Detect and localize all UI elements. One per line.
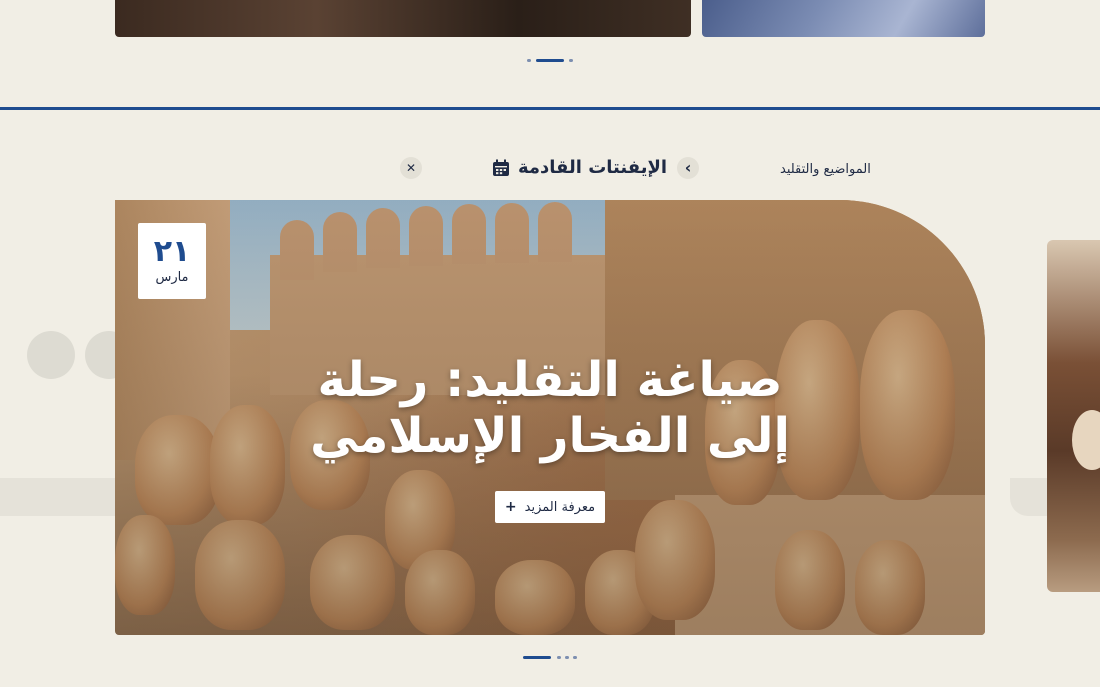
- plus-icon: +: [504, 499, 517, 515]
- close-icon: ✕: [405, 161, 417, 175]
- carousel-dot[interactable]: [573, 656, 577, 659]
- section-title: الإيفنتات القادمة: [492, 154, 667, 182]
- topics-link[interactable]: المواضيع والتقليد: [780, 158, 871, 182]
- carousel-dot[interactable]: [569, 59, 573, 62]
- learn-more-button[interactable]: معرفة المزيد +: [495, 491, 605, 523]
- carousel-dot-active[interactable]: [523, 656, 551, 659]
- decorative-band: [1010, 478, 1047, 516]
- chevron-button[interactable]: ‹: [677, 157, 699, 179]
- top-carousel-image-next[interactable]: [702, 0, 985, 37]
- decorative-circle: [27, 331, 75, 379]
- top-carousel-image[interactable]: [115, 0, 691, 37]
- event-title-line: إلى الفخار الإسلامي: [310, 408, 790, 464]
- date-badge: ٢١ مارس: [138, 223, 206, 299]
- carousel-dot[interactable]: [527, 59, 531, 62]
- next-event-card[interactable]: [1047, 240, 1100, 592]
- calendar-icon: [493, 159, 509, 176]
- carousel-dot[interactable]: [557, 656, 561, 659]
- carousel-dot-active[interactable]: [536, 59, 564, 62]
- section-title-text: الإيفنتات القادمة: [518, 157, 668, 178]
- decorative-band: [0, 478, 115, 516]
- hero-carousel-indicators: [523, 656, 578, 660]
- event-title: صياغة التقليد: رحلة إلى الفخار الإسلامي: [300, 352, 800, 464]
- date-day: ٢١: [153, 234, 191, 269]
- close-button[interactable]: ✕: [400, 157, 422, 179]
- top-carousel-indicators: [527, 59, 573, 63]
- learn-more-label: معرفة المزيد: [524, 499, 596, 515]
- date-month: مارس: [155, 270, 189, 285]
- section-divider: [0, 107, 1100, 110]
- side-card-pot: [1072, 410, 1100, 470]
- event-title-line: صياغة التقليد: رحلة: [317, 352, 783, 408]
- carousel-dot[interactable]: [565, 656, 569, 659]
- chevron-left-icon: ‹: [684, 158, 692, 177]
